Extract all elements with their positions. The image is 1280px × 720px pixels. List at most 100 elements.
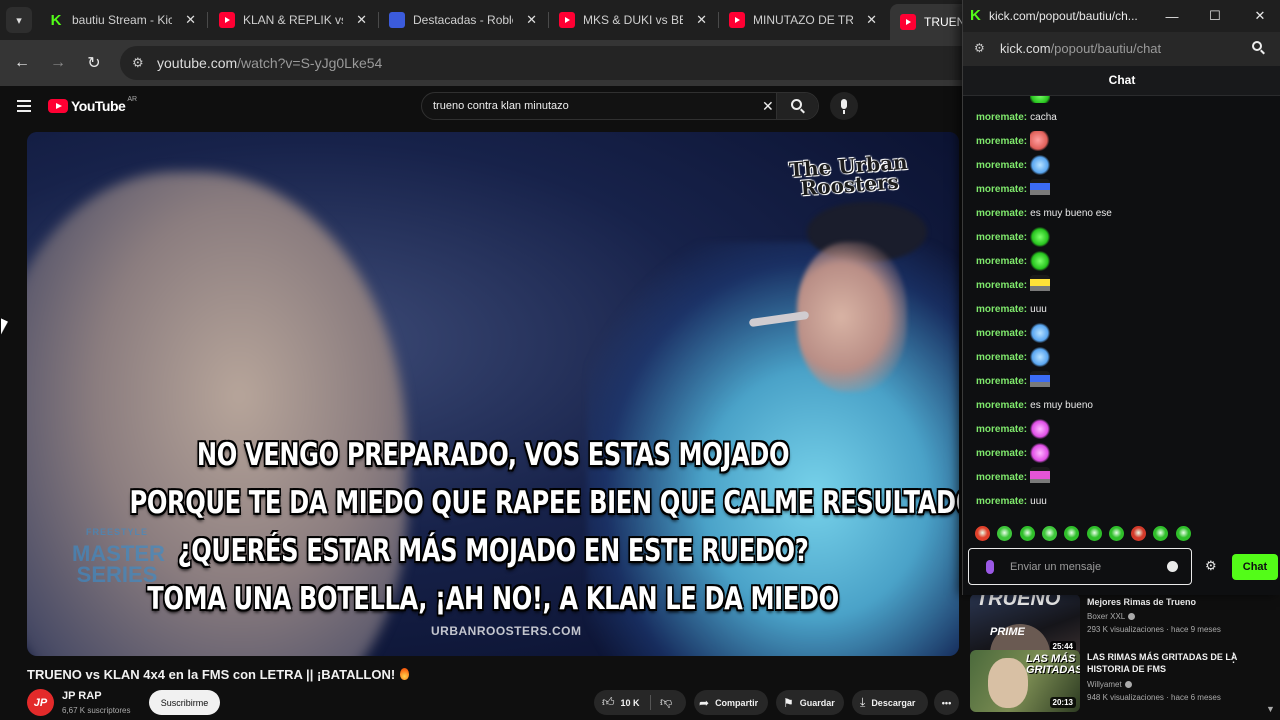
save-button[interactable]: ⚑ Guardar xyxy=(776,690,844,715)
chat-username[interactable]: moremate: xyxy=(976,256,1027,267)
chat-input-placeholder: Enviar un mensaje xyxy=(1010,561,1102,573)
recommendation-title[interactable]: LAS RIMAS MÁS GRITADAS DE LA HISTORIA DE… xyxy=(1087,651,1237,675)
site-settings-icon[interactable]: ⚙ xyxy=(132,55,144,71)
browser-tab-2[interactable]: KLAN & REPLIK vs ✕ xyxy=(219,6,369,34)
close-tab-icon[interactable]: ✕ xyxy=(356,12,367,28)
close-tab-icon[interactable]: ✕ xyxy=(526,12,537,28)
close-tab-icon[interactable]: ✕ xyxy=(696,12,707,28)
chat-message-input[interactable]: Enviar un mensaje xyxy=(968,548,1192,585)
chat-header: Chat xyxy=(963,66,1280,96)
chat-message: moremate: xyxy=(976,131,1051,151)
menu-icon[interactable] xyxy=(17,100,31,112)
chat-username[interactable]: moremate: xyxy=(976,112,1027,123)
chat-emote-icon xyxy=(1030,275,1051,295)
tab-search-button[interactable]: ▾ xyxy=(6,7,32,33)
close-window-icon[interactable]: ✕ xyxy=(1250,6,1270,26)
emoji-picker-icon[interactable] xyxy=(1167,561,1178,572)
browser-tab-4[interactable]: MKS & DUKI vs BE ✕ xyxy=(559,6,709,34)
chat-username[interactable]: moremate: xyxy=(976,400,1027,411)
browser-tab-1[interactable]: K bautiu Stream - Kick ✕ xyxy=(48,6,198,34)
quick-emote-icon[interactable] xyxy=(1108,526,1124,541)
quick-emote-icon[interactable] xyxy=(1019,526,1035,541)
quick-emote-icon[interactable] xyxy=(1041,526,1057,541)
channel-name[interactable]: JP RAP xyxy=(62,690,102,702)
chat-username[interactable]: moremate: xyxy=(976,96,1027,99)
close-tab-icon[interactable]: ✕ xyxy=(866,12,877,28)
more-vertical-icon[interactable]: ⋮ xyxy=(1227,650,1240,666)
subtitle-line-1: NO VENGO PREPARADO, VOS ESTAS MOJADO xyxy=(196,437,790,473)
download-button[interactable]: ⤓ Descargar xyxy=(852,690,928,715)
recommendation-channel[interactable]: Willyamet xyxy=(1087,680,1122,689)
chat-username[interactable]: moremate: xyxy=(976,472,1027,483)
quick-emote-icon[interactable] xyxy=(1175,526,1191,541)
chat-username[interactable]: moremate: xyxy=(976,424,1027,435)
quick-emote-icon[interactable] xyxy=(1131,526,1147,541)
chat-emote-icon xyxy=(1030,251,1051,271)
recommendation-item[interactable]: TRUENO PRIME 25:44 Mejores Rimas de True… xyxy=(970,594,1275,656)
chat-username[interactable]: moremate: xyxy=(976,328,1027,339)
chat-message: moremate: es muy bueno ese xyxy=(976,203,1112,223)
chat-username[interactable]: moremate: xyxy=(976,304,1027,315)
chat-username[interactable]: moremate: xyxy=(976,208,1027,219)
kick-chat-popout-window: K kick.com/popout/bautiu/ch... — ☐ ✕ ⚙ k… xyxy=(962,0,1280,595)
thumbs-down-icon[interactable]: 👎︎ xyxy=(660,695,672,710)
youtube-logo[interactable]: YouTube AR xyxy=(48,96,137,114)
browser-tab-5[interactable]: MINUTAZO DE TRI ✕ xyxy=(729,6,879,34)
maximize-icon[interactable]: ☐ xyxy=(1205,6,1225,26)
video-thumbnail[interactable]: TRUENO PRIME 25:44 xyxy=(970,594,1080,656)
like-count[interactable]: 10 K xyxy=(621,698,640,708)
reload-icon[interactable]: ↻ xyxy=(83,52,105,74)
chat-send-button[interactable]: Chat xyxy=(1232,554,1278,580)
chat-message: moremate: es muy bueno xyxy=(976,395,1093,415)
kick-mic-icon[interactable] xyxy=(986,560,994,574)
chat-username[interactable]: moremate: xyxy=(976,352,1027,363)
scroll-down-icon[interactable]: ▼ xyxy=(1266,704,1275,714)
quick-emote-icon[interactable] xyxy=(1086,526,1102,541)
chat-message: moremate: xyxy=(976,347,1051,367)
popout-address-bar[interactable]: ⚙ kick.com/popout/bautiu/chat xyxy=(963,32,1280,66)
clear-search-icon[interactable]: ✕ xyxy=(762,98,774,115)
chat-emote-icon xyxy=(1030,371,1051,391)
more-actions-button[interactable]: ••• xyxy=(934,690,959,715)
browser-tab-active[interactable]: TRUENO xyxy=(890,4,970,40)
quick-emote-icon[interactable] xyxy=(997,526,1013,541)
address-bar[interactable]: ⚙ youtube.com/watch?v=S-yJg0Lke54 xyxy=(120,46,980,80)
recommendation-channel[interactable]: Boxer XXL xyxy=(1087,612,1125,621)
chat-username[interactable]: moremate: xyxy=(976,160,1027,171)
chat-username[interactable]: moremate: xyxy=(976,496,1027,507)
chat-username[interactable]: moremate: xyxy=(976,184,1027,195)
chat-username[interactable]: moremate: xyxy=(976,232,1027,243)
thumbs-up-icon[interactable]: 👍︎ xyxy=(602,695,615,710)
forward-arrow-icon[interactable]: → xyxy=(47,52,69,74)
chat-message: moremate: xyxy=(976,371,1051,391)
chat-emote-icon xyxy=(1030,347,1051,367)
subscribe-button[interactable]: Suscribirme xyxy=(149,690,220,715)
chat-emote-icon xyxy=(1030,227,1051,247)
chat-username[interactable]: moremate: xyxy=(976,280,1027,291)
chat-username[interactable]: moremate: xyxy=(976,136,1027,147)
minimize-icon[interactable]: — xyxy=(1162,6,1182,26)
channel-avatar[interactable]: JP xyxy=(27,689,54,716)
search-button[interactable] xyxy=(776,93,818,119)
chat-username[interactable]: moremate: xyxy=(976,448,1027,459)
quick-emote-icon[interactable] xyxy=(1153,526,1169,541)
recommendation-title[interactable]: Mejores Rimas de Trueno xyxy=(1087,596,1237,608)
more-horizontal-icon: ••• xyxy=(941,697,952,708)
browser-tab-3[interactable]: Destacadas - Roblox ✕ xyxy=(389,6,539,34)
search-input[interactable]: trueno contra klan minutazo xyxy=(433,100,569,112)
search-box[interactable]: trueno contra klan minutazo ✕ xyxy=(421,92,819,120)
back-arrow-icon[interactable]: ← xyxy=(11,52,33,74)
quick-emote-icon[interactable] xyxy=(975,526,990,541)
chat-username[interactable]: moremate: xyxy=(976,376,1027,387)
chat-message: moremate: xyxy=(976,323,1051,343)
site-settings-icon[interactable]: ⚙ xyxy=(974,41,985,55)
zoom-icon[interactable] xyxy=(1252,41,1262,51)
voice-search-icon[interactable] xyxy=(830,92,858,120)
video-player[interactable]: The Urban Roosters FREESTYLE MASTER SERI… xyxy=(27,132,959,656)
quick-emote-icon[interactable] xyxy=(1064,526,1080,541)
chat-settings-gear-icon[interactable]: ⚙ xyxy=(1205,558,1217,574)
video-thumbnail[interactable]: LAS MÁS GRITADAS 20:13 xyxy=(970,650,1080,712)
chat-message-list[interactable]: moremate:moremate:cachamoremate:moremate… xyxy=(963,96,1280,514)
share-button[interactable]: ➦ Compartir xyxy=(694,690,768,715)
close-tab-icon[interactable]: ✕ xyxy=(185,12,196,28)
